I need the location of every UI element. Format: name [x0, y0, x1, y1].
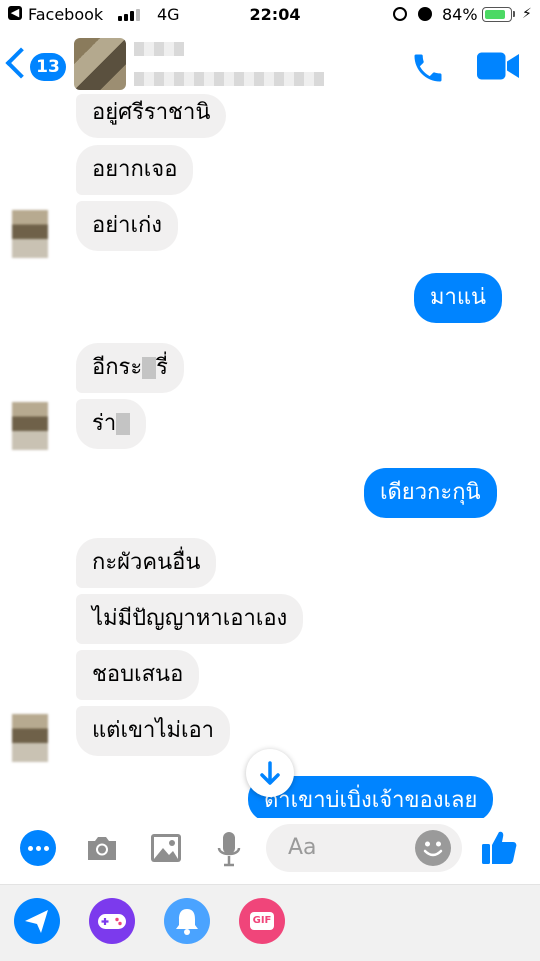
bell-icon	[176, 909, 198, 935]
reminders-button[interactable]	[164, 898, 210, 944]
censor-block	[116, 413, 131, 435]
camera-icon[interactable]	[84, 830, 120, 866]
smiley-face	[423, 841, 443, 857]
battery-icon	[482, 7, 512, 22]
gif-label: GIF	[250, 912, 274, 930]
sender-avatar[interactable]	[12, 714, 48, 762]
emoji-icon[interactable]	[415, 830, 451, 866]
battery-tip	[513, 11, 515, 17]
message-bubble-outgoing[interactable]: มาแน่	[414, 273, 503, 323]
message-bubble-outgoing[interactable]: เดียวกะกุนิ	[364, 468, 497, 518]
sender-avatar[interactable]	[12, 210, 48, 258]
clock: 22:04	[249, 5, 301, 24]
games-button[interactable]	[89, 898, 135, 944]
status-bar: ◀ Facebook 4G 22:04 84% ⚡	[0, 0, 540, 30]
battery-fill	[484, 9, 505, 19]
gif-button[interactable]: GIF	[239, 898, 285, 944]
message-bubble-incoming[interactable]: ไม่มีปัญญาหาเอาเอง	[76, 594, 304, 644]
orientation-lock-icon	[393, 7, 407, 21]
thumbs-up-icon[interactable]	[480, 828, 518, 866]
message-bubble-incoming[interactable]: อยากเจอ	[76, 145, 194, 195]
send-location-button[interactable]	[14, 898, 60, 944]
signal-icon	[118, 9, 142, 21]
message-text: ร่า	[92, 411, 117, 436]
back-to-app-icon[interactable]: ◀	[8, 6, 22, 20]
message-bubble-incoming[interactable]: กะผัวคนอื่น	[76, 538, 217, 588]
contact-name-censored[interactable]	[134, 42, 184, 56]
arrow-down-icon	[260, 761, 280, 785]
phone-call-icon[interactable]	[410, 50, 446, 86]
scroll-to-bottom-button[interactable]	[246, 749, 294, 797]
back-to-app-label[interactable]: Facebook	[28, 5, 103, 24]
message-bubble-incoming[interactable]: ชอบเสนอ	[76, 650, 200, 700]
message-input-placeholder: Aa	[288, 835, 317, 860]
game-controller-icon	[98, 914, 126, 929]
sender-avatar[interactable]	[12, 402, 48, 450]
network-type: 4G	[157, 5, 180, 24]
message-bubble-incoming[interactable]: ร่า	[76, 399, 147, 449]
message-text: รี่	[156, 355, 168, 380]
more-actions-icon[interactable]	[20, 830, 56, 866]
back-unread-badge[interactable]: 13	[30, 53, 66, 81]
contact-status-censored	[134, 72, 324, 86]
message-bubble-incoming[interactable]: อย่าเก่ง	[76, 201, 179, 251]
alarm-icon	[418, 7, 432, 21]
message-bubble-incoming[interactable]: อยู่ศรีราชานิ	[76, 94, 227, 138]
message-text: อีกระ	[92, 355, 143, 380]
message-bubble-incoming[interactable]: อีกระ รี่	[76, 343, 184, 393]
charging-icon: ⚡	[522, 6, 532, 22]
contact-avatar[interactable]	[74, 38, 126, 90]
paper-plane-icon	[25, 910, 48, 933]
message-bubble-incoming[interactable]: แต่เขาไม่เอา	[76, 706, 231, 756]
battery-percent: 84%	[442, 5, 478, 24]
censor-block	[142, 357, 157, 379]
video-call-icon[interactable]	[477, 50, 519, 82]
microphone-icon[interactable]	[214, 830, 244, 868]
photo-gallery-icon[interactable]	[148, 830, 184, 866]
